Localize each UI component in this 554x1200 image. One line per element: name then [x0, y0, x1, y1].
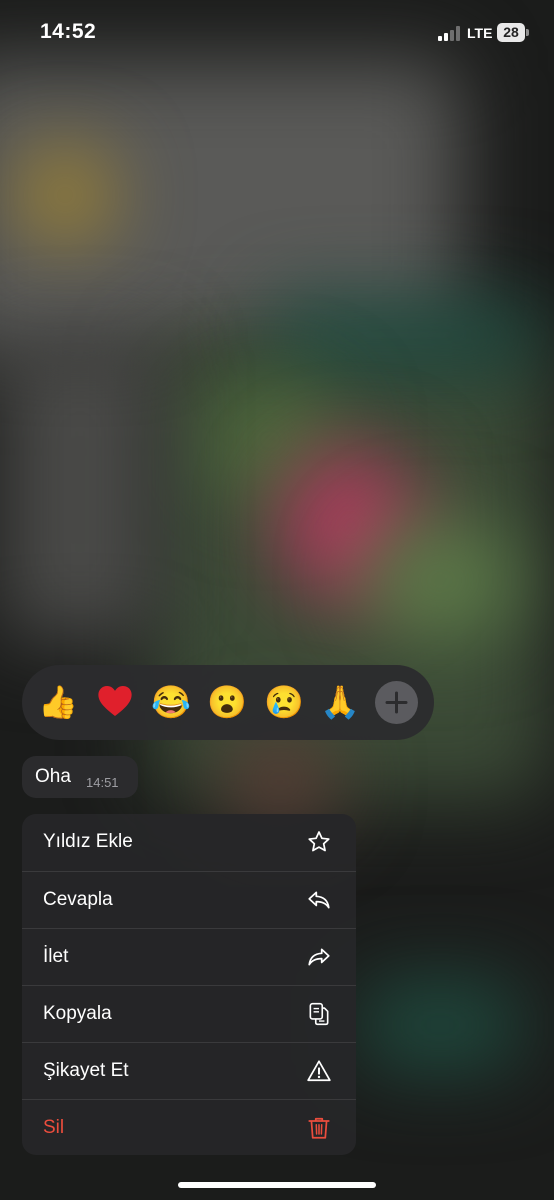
- message-timestamp: 14:51: [86, 775, 119, 790]
- warning-icon: [307, 1060, 331, 1082]
- reply-icon: [308, 891, 330, 909]
- laughing-reaction[interactable]: 😂: [151, 682, 191, 722]
- menu-item-label: Yıldız Ekle: [43, 831, 133, 852]
- menu-item-label: Kopyala: [43, 1003, 112, 1024]
- surprised-reaction[interactable]: 😮: [207, 682, 247, 722]
- trash-icon: [308, 1117, 330, 1139]
- status-bar: 14:52 LTE 28: [0, 0, 554, 66]
- message-text: Oha: [35, 766, 71, 787]
- menu-item-star[interactable]: Yıldız Ekle: [22, 814, 356, 870]
- star-icon: [308, 831, 330, 852]
- reaction-bar: 👍 😂 😮 😢 🙏: [22, 665, 434, 740]
- plus-icon: [385, 691, 408, 714]
- context-menu: Yıldız Ekle Cevapla İlet Kopyala Şikayet…: [22, 814, 356, 1155]
- pray-reaction[interactable]: 🙏: [320, 682, 360, 722]
- battery-icon: 28: [497, 23, 529, 42]
- thumbs-up-reaction[interactable]: 👍: [38, 682, 78, 722]
- menu-item-delete[interactable]: Sil: [22, 1099, 356, 1155]
- menu-item-reply[interactable]: Cevapla: [22, 871, 356, 928]
- heart-reaction[interactable]: [95, 682, 135, 722]
- menu-item-copy[interactable]: Kopyala: [22, 985, 356, 1042]
- more-reactions-button[interactable]: [375, 681, 418, 724]
- menu-item-forward[interactable]: İlet: [22, 928, 356, 985]
- heart-icon: [98, 685, 132, 717]
- clock-time: 14:52: [40, 20, 97, 43]
- menu-item-label: İlet: [43, 946, 69, 967]
- network-type-label: LTE: [467, 25, 493, 41]
- menu-item-label: Sil: [43, 1117, 65, 1138]
- message-bubble[interactable]: Oha 14:51: [22, 756, 138, 798]
- menu-item-report[interactable]: Şikayet Et: [22, 1042, 356, 1099]
- home-indicator[interactable]: [178, 1182, 376, 1188]
- menu-item-label: Şikayet Et: [43, 1060, 129, 1081]
- battery-level: 28: [497, 23, 525, 42]
- crying-reaction[interactable]: 😢: [264, 682, 304, 722]
- forward-icon: [308, 948, 330, 966]
- copy-icon: [309, 1002, 329, 1026]
- cellular-signal-icon: [438, 26, 462, 41]
- menu-item-label: Cevapla: [43, 889, 113, 910]
